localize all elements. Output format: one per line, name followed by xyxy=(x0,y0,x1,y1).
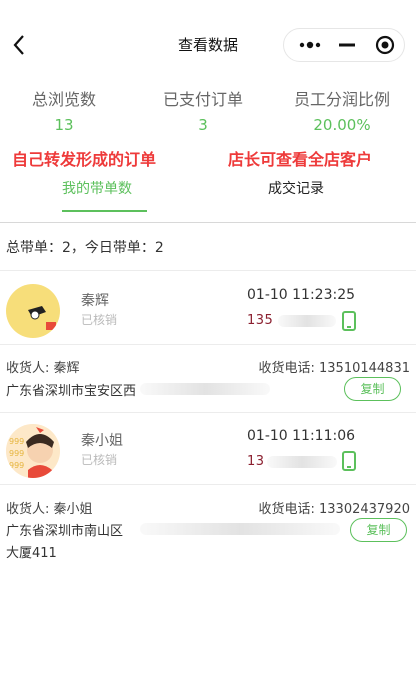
order-time: 01-10 11:23:25 xyxy=(247,287,356,303)
receiver-name: 收货人: 秦小姐 xyxy=(6,502,93,517)
stat-label: 已支付订单 xyxy=(162,90,243,109)
svg-text:999: 999 xyxy=(9,461,24,470)
tab-my-orders[interactable]: 我的带单数 xyxy=(62,178,132,198)
redacted-phone xyxy=(267,456,337,468)
svg-text:999: 999 xyxy=(9,449,24,458)
order-status: 已核销 xyxy=(81,313,118,327)
customer-name: 秦辉 xyxy=(81,293,109,309)
close-mini-program-icon[interactable] xyxy=(367,29,403,61)
customer-phone: 13 xyxy=(247,454,265,469)
avatar-image xyxy=(28,306,56,330)
annotation-left: 自己转发形成的订单 xyxy=(12,150,157,169)
stat-label: 总浏览数 xyxy=(31,90,96,109)
phone-icon[interactable] xyxy=(342,311,356,331)
mini-program-capsule xyxy=(283,28,405,62)
receiver-phone: 收货电话: 13510144831 xyxy=(258,361,411,376)
minimize-icon[interactable] xyxy=(329,29,365,61)
svg-text:999: 999 xyxy=(9,437,24,446)
phone-icon[interactable] xyxy=(342,451,356,471)
stat-value: 13 xyxy=(54,116,74,134)
avatar-image: 999 999 999 xyxy=(6,424,60,478)
redacted-address xyxy=(140,383,270,395)
order-summary: 总带单：2，今日带单：2 xyxy=(6,240,164,256)
stat-label: 员工分润比例 xyxy=(293,90,390,109)
customer-name: 秦小姐 xyxy=(81,433,123,449)
stat-commission-ratio: 员工分润比例 20.00% xyxy=(272,86,412,134)
customer-phone: 135 xyxy=(247,313,274,328)
receiver-name: 收货人: 秦辉 xyxy=(6,361,80,376)
navigation-bar: 查看数据 xyxy=(0,0,416,88)
divider xyxy=(0,412,416,413)
receiver-phone: 收货电话: 13302437920 xyxy=(258,502,411,517)
redacted-phone xyxy=(278,315,336,327)
stat-value: 20.00% xyxy=(313,116,371,134)
annotation-right: 店长可查看全店客户 xyxy=(228,150,373,169)
receiver-address: 广东省深圳市南山区 xyxy=(6,524,124,539)
receiver-address-line2: 大厦411 xyxy=(6,546,57,561)
avatar: 999 999 999 xyxy=(6,424,60,478)
copy-button[interactable]: 复制 xyxy=(350,518,407,542)
stats-row: 总浏览数 13 已支付订单 3 员工分润比例 20.00% xyxy=(0,86,416,136)
stat-paid-orders: 已支付订单 3 xyxy=(133,86,273,134)
receiver-address: 广东省深圳市宝安区西 xyxy=(6,384,137,399)
copy-button[interactable]: 复制 xyxy=(344,377,401,401)
more-icon[interactable] xyxy=(292,29,328,61)
order-time: 01-10 11:11:06 xyxy=(247,428,356,444)
avatar xyxy=(6,284,60,338)
divider xyxy=(0,484,416,485)
tab-deal-records[interactable]: 成交记录 xyxy=(268,178,324,198)
stat-total-views: 总浏览数 13 xyxy=(0,86,134,134)
active-tab-indicator xyxy=(62,210,147,212)
stat-value: 3 xyxy=(198,116,208,134)
divider xyxy=(0,222,416,223)
order-status: 已核销 xyxy=(81,453,118,467)
divider xyxy=(0,270,416,271)
divider xyxy=(0,344,416,345)
redacted-address xyxy=(140,523,340,535)
